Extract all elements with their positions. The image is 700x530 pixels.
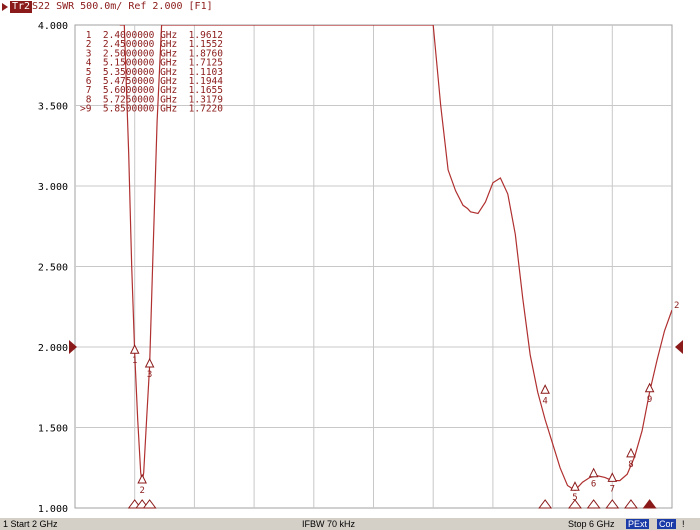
marker-6-label: 6 [591, 480, 596, 490]
y-tick-label: 2.500 [38, 263, 68, 274]
cor-badge[interactable]: Cor [657, 519, 676, 529]
trace-end-label: 2 [674, 301, 679, 311]
marker-4-label: 4 [542, 396, 547, 406]
y-tick-label: 1.500 [38, 424, 68, 435]
swr-plot[interactable]: 4.000 3.500 3.000 2.500 2.000 1.500 1.000 1 2 3 4… [0, 0, 700, 518]
y-tick-label: 4.000 [38, 21, 68, 32]
marker-9-label: 9 [647, 395, 652, 405]
marker-table-row: >9 5.8500000 GHz 1.7220 [80, 104, 223, 115]
marker-3-label: 3 [147, 370, 152, 380]
marker-table: 1 2.4000000 GHz 1.9612 2 2.4500000 GHz 1… [80, 30, 223, 115]
y-tick-label: 1.000 [38, 504, 68, 515]
y-tick-labels: 4.000 3.500 3.000 2.500 2.000 1.500 1.000 [38, 21, 68, 515]
marker-8-label: 8 [628, 460, 633, 470]
marker-2-label: 2 [139, 486, 144, 496]
y-tick-label: 3.000 [38, 182, 68, 193]
marker-7-label: 7 [610, 484, 615, 494]
y-tick-label: 3.500 [38, 102, 68, 113]
y-tick-label: 2.000 [38, 343, 68, 354]
status-warning: ! [682, 519, 685, 529]
start-frequency[interactable]: 1 Start 2 GHz [3, 518, 58, 530]
status-bar: 1 Start 2 GHz IFBW 70 kHz Stop 6 GHz PEx… [0, 518, 700, 530]
ifbw-readout[interactable]: IFBW 70 kHz [302, 518, 355, 530]
marker-1-label: 1 [132, 356, 137, 366]
pext-badge[interactable]: PExt [626, 519, 650, 529]
reference-right-arrow-icon[interactable] [675, 340, 683, 354]
stop-frequency[interactable]: Stop 6 GHz [568, 518, 615, 530]
